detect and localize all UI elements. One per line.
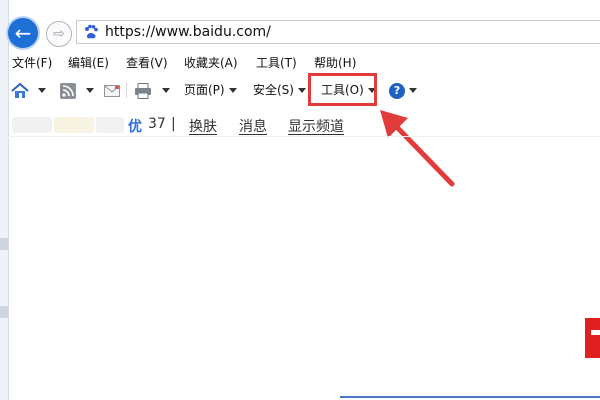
- feeds-button[interactable]: [60, 78, 76, 102]
- show-channels-link[interactable]: 显示频道: [288, 116, 344, 136]
- menu-tools[interactable]: 工具(T): [256, 54, 297, 71]
- menu-file[interactable]: 文件(F): [12, 54, 52, 71]
- page-menu-label: 页面(P): [184, 83, 225, 97]
- separator: |: [171, 116, 176, 132]
- edge-tab: [0, 238, 8, 250]
- mail-icon: [104, 84, 120, 97]
- toolbar-divider: [126, 82, 127, 98]
- home-dropdown[interactable]: [34, 78, 46, 102]
- help-button[interactable]: ?: [389, 78, 417, 102]
- chevron-down-icon: [38, 88, 46, 93]
- home-button[interactable]: [11, 78, 29, 102]
- chevron-down-icon: [162, 88, 170, 93]
- vip-badge[interactable]: 优: [128, 116, 142, 136]
- forward-arrow-icon: ⇨: [53, 26, 65, 42]
- skin-link[interactable]: 换肤: [189, 116, 217, 136]
- chevron-down-icon: [409, 88, 417, 93]
- safety-menu-label: 安全(S): [253, 83, 294, 97]
- url-text: https://www.baidu.com/: [105, 24, 271, 40]
- help-icon: ?: [389, 82, 405, 99]
- command-bar: 页面(P) 安全(S) 工具(O) ?: [8, 78, 600, 102]
- blurred-username: [54, 117, 94, 133]
- messages-link[interactable]: 消息: [239, 116, 267, 136]
- blurred-username: [96, 117, 124, 133]
- blurred-username: [12, 117, 52, 133]
- print-button[interactable]: [134, 78, 152, 102]
- baidu-paw-icon: [85, 24, 98, 39]
- menu-edit[interactable]: 编辑(E): [68, 54, 109, 71]
- forward-button[interactable]: ⇨: [46, 21, 72, 47]
- rss-feed-icon: [60, 82, 76, 99]
- printer-icon: [135, 82, 151, 99]
- baidu-top-links: 优 37 | 换肤 消息 显示频道: [8, 114, 600, 137]
- menu-view[interactable]: 查看(V): [126, 54, 168, 71]
- back-button[interactable]: ←: [8, 18, 38, 48]
- address-field[interactable]: https://www.baidu.com/: [76, 20, 600, 44]
- mail-button[interactable]: [104, 78, 120, 102]
- home-icon: [11, 82, 29, 98]
- print-dropdown[interactable]: [158, 78, 170, 102]
- chevron-down-icon: [297, 88, 306, 93]
- feeds-dropdown[interactable]: [82, 78, 94, 102]
- search-box-edge: [340, 396, 600, 398]
- highlight-box: [308, 73, 377, 106]
- address-bar-row: ← ⇨ https://www.baidu.com/: [8, 18, 600, 48]
- menu-favorites[interactable]: 收藏夹(A): [184, 54, 238, 71]
- message-count: 37: [148, 116, 166, 132]
- page-menu-button[interactable]: 页面(P): [184, 78, 237, 102]
- menu-help[interactable]: 帮助(H): [314, 54, 356, 71]
- menu-bar: 文件(F) 编辑(E) 查看(V) 收藏夹(A) 工具(T) 帮助(H): [8, 54, 600, 74]
- baidu-logo-fragment: [585, 318, 600, 358]
- back-arrow-icon: ←: [14, 21, 32, 45]
- chevron-down-icon: [86, 88, 94, 93]
- edge-tab: [0, 306, 8, 318]
- safety-menu-button[interactable]: 安全(S): [253, 78, 306, 102]
- chevron-down-icon: [228, 88, 237, 93]
